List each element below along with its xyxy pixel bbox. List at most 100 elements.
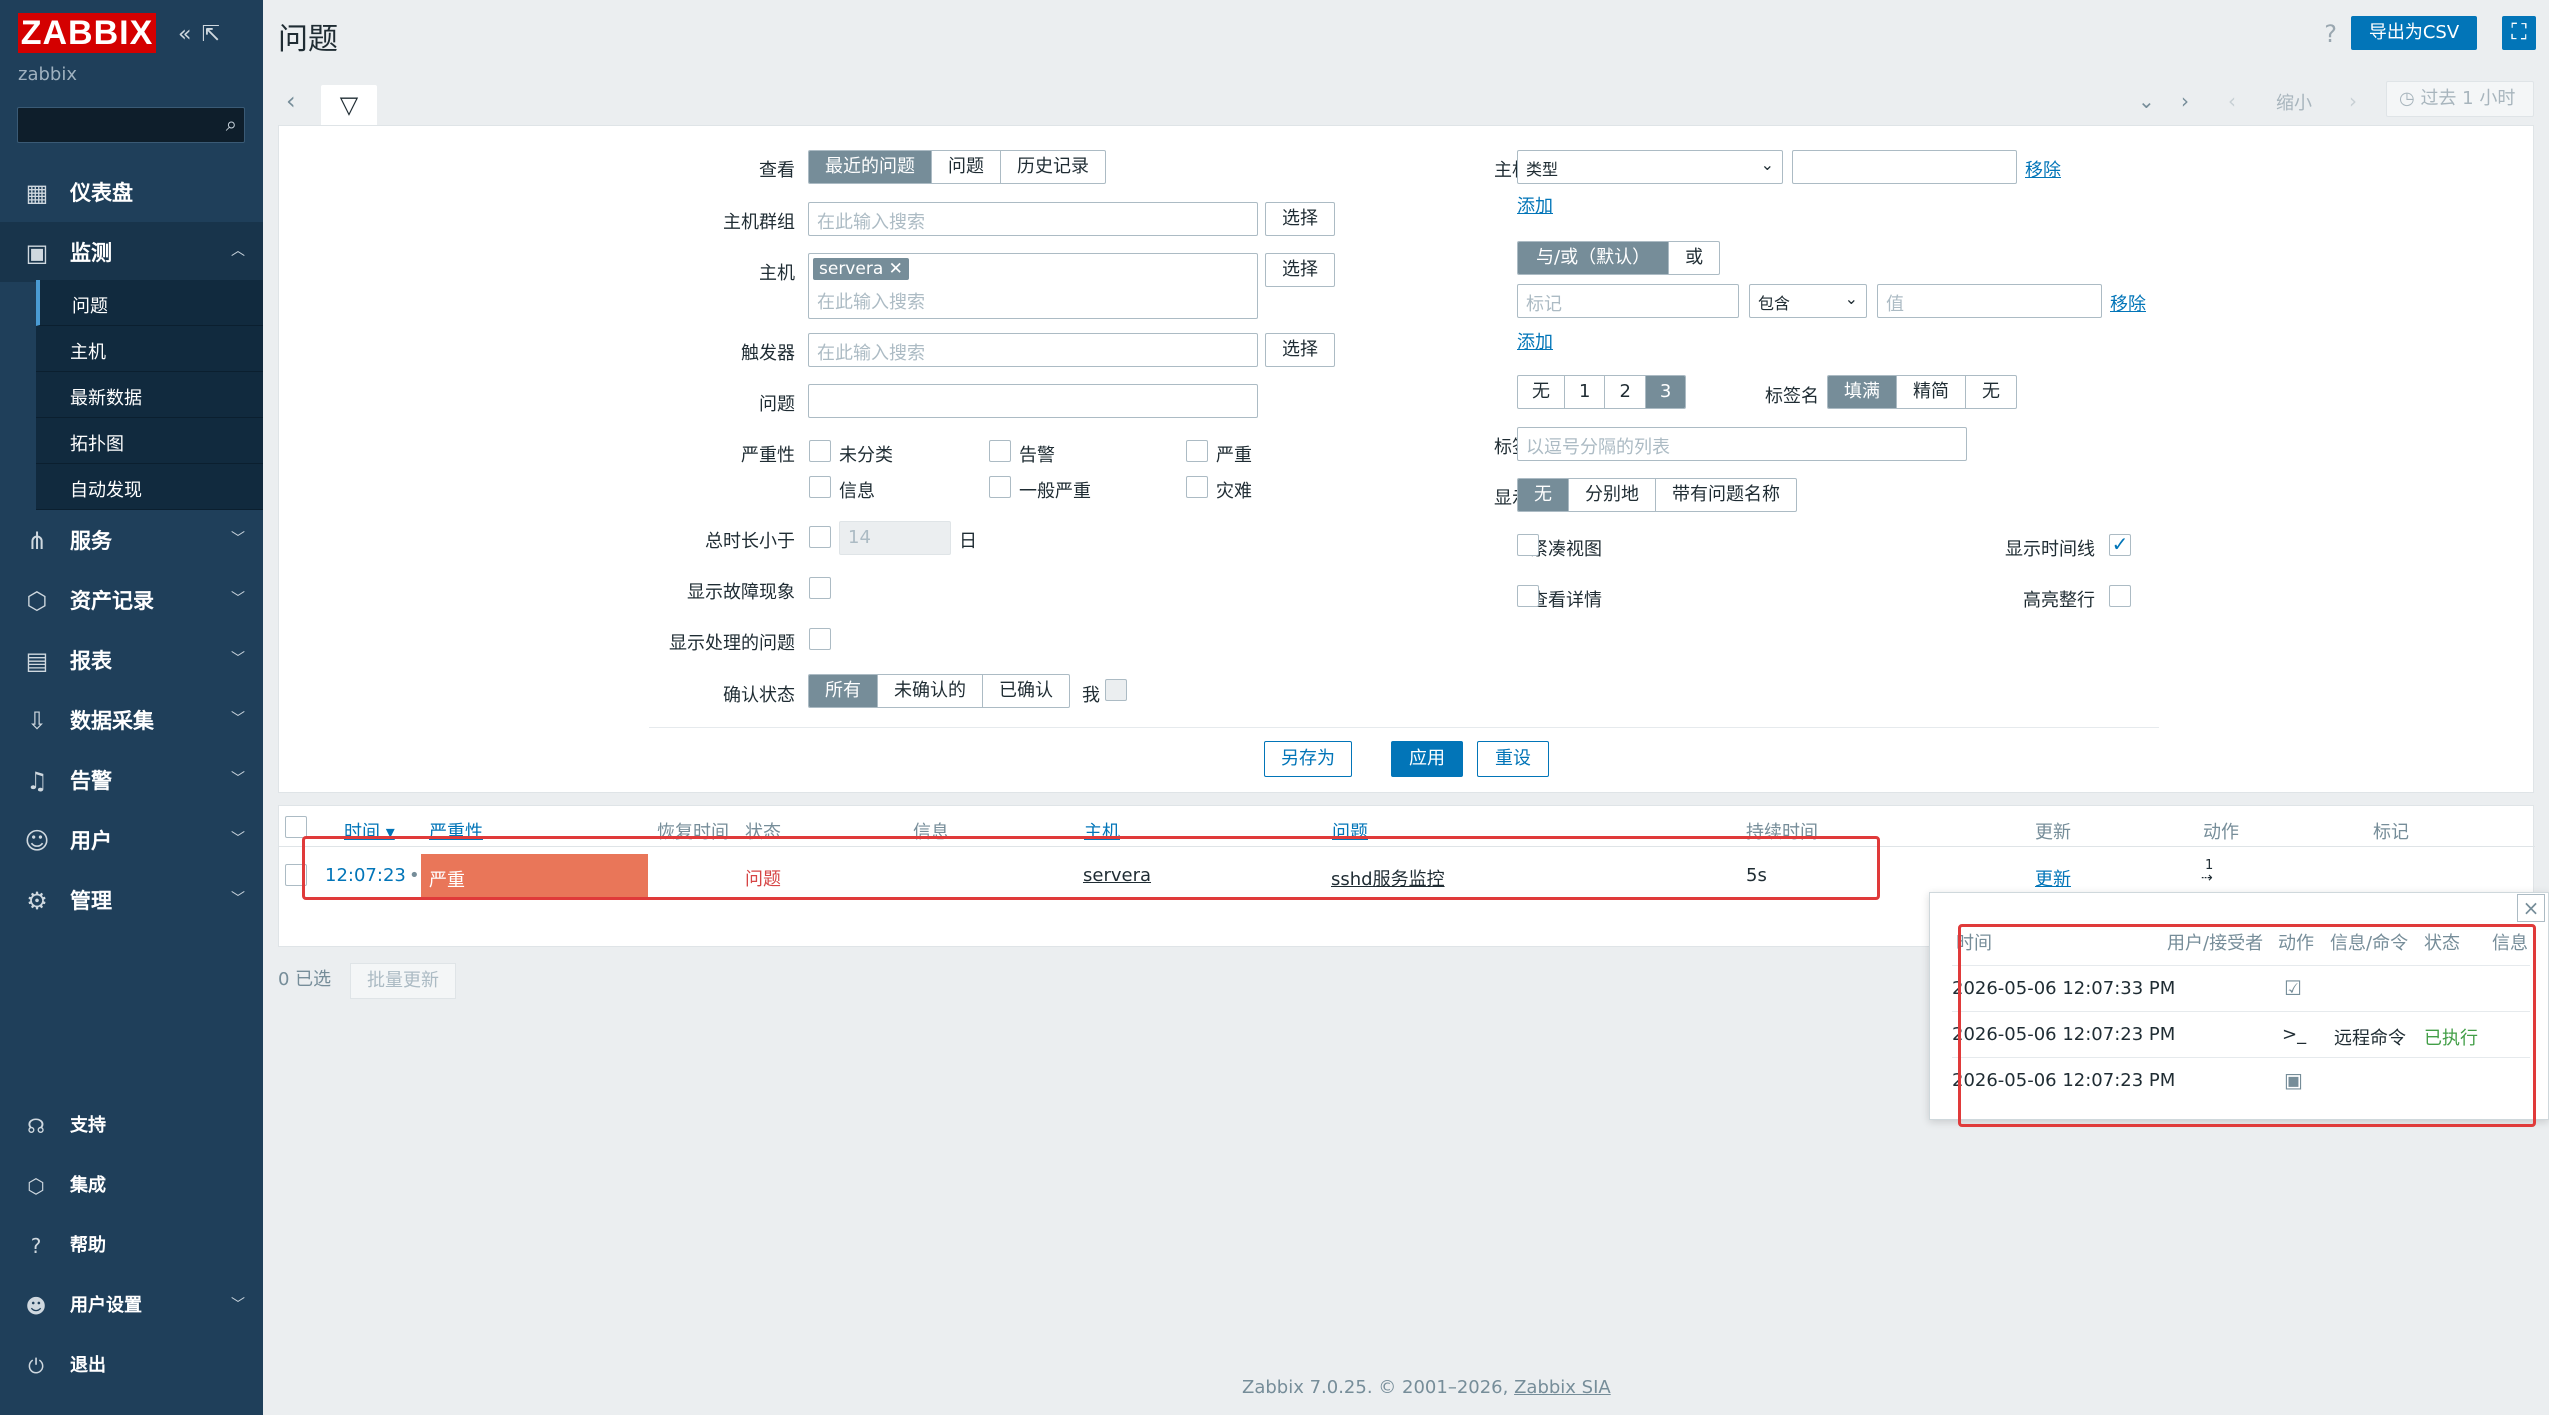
severity-not-classified-checkbox[interactable] xyxy=(809,440,831,462)
popup-close-icon[interactable]: × xyxy=(2517,894,2545,922)
tag-remove-link[interactable]: 移除 xyxy=(2110,290,2146,316)
user-icon: ☻ xyxy=(25,1294,47,1318)
host-tag-servera[interactable]: servera ✕ xyxy=(813,258,909,280)
trigger-select-button[interactable]: 选择 xyxy=(1265,333,1335,367)
severity-disaster-checkbox[interactable] xyxy=(1186,476,1208,498)
reset-button[interactable]: 重设 xyxy=(1477,741,1549,777)
nav-dashboard[interactable]: ▦ 仪表盘 xyxy=(0,162,263,222)
show-tags-2[interactable]: 2 xyxy=(1605,376,1646,408)
ack-by-me-checkbox[interactable] xyxy=(1105,679,1127,701)
sidebar-search-input[interactable]: ⌕ xyxy=(17,107,245,143)
nav-services[interactable]: ⋔ 服务 ﹀ xyxy=(0,510,263,570)
nav-administration[interactable]: ⚙ 管理 ﹀ xyxy=(0,870,263,930)
sub-latest-data[interactable]: 最新数据 xyxy=(36,372,263,418)
host-select-button[interactable]: 选择 xyxy=(1265,253,1335,287)
mass-update-button[interactable]: 批量更新 xyxy=(350,963,456,999)
actions-icon[interactable]: ⇢ xyxy=(2201,870,2213,886)
nav-help[interactable]: ? 帮助 xyxy=(0,1218,263,1274)
tag-operator-select[interactable]: 包含 ⌄ xyxy=(1749,284,1867,318)
severity-information-checkbox[interactable] xyxy=(809,476,831,498)
time-period-selector[interactable]: ◷ 过去 1 小时 xyxy=(2386,81,2534,117)
view-history[interactable]: 历史记录 xyxy=(1001,151,1105,183)
nav-monitoring[interactable]: ▣ 监测 ︿ xyxy=(0,222,263,282)
severity-average-checkbox[interactable] xyxy=(989,476,1011,498)
nav-user-settings[interactable]: ☻ 用户设置 ﹀ xyxy=(0,1278,263,1334)
opdata-with-problem-name[interactable]: 带有问题名称 xyxy=(1656,479,1796,511)
page-title: 问题 xyxy=(278,22,338,57)
show-suppressed-checkbox[interactable] xyxy=(809,628,831,650)
nav-reports[interactable]: ▤ 报表 ﹀ xyxy=(0,630,263,690)
tag-name-short[interactable]: 精简 xyxy=(1897,376,1966,408)
fullscreen-icon[interactable]: ⛶ xyxy=(2502,16,2536,50)
show-tags-none[interactable]: 无 xyxy=(1518,376,1565,408)
trigger-input[interactable]: 在此输入搜索 xyxy=(808,333,1258,367)
compact-view-checkbox[interactable] xyxy=(1517,534,1539,556)
tag-name-full[interactable]: 填满 xyxy=(1828,376,1897,408)
ack-unacknowledged[interactable]: 未确认的 xyxy=(878,675,983,707)
time-next-icon[interactable]: › xyxy=(2349,89,2357,113)
tags-and-or[interactable]: 与/或（默认） xyxy=(1518,242,1670,274)
nav-users[interactable]: ☺ 用户 ﹀ xyxy=(0,810,263,870)
tag-value-input[interactable]: 值 xyxy=(1877,284,2102,318)
tags-or[interactable]: 或 xyxy=(1669,242,1719,274)
kiosk-mode-icon[interactable]: ⇱ xyxy=(201,22,219,47)
opdata-none[interactable]: 无 xyxy=(1518,479,1569,511)
inventory-field-select[interactable]: 类型 ⌄ xyxy=(1517,150,1783,184)
select-all-checkbox[interactable] xyxy=(285,816,307,838)
nav-alerts[interactable]: ♫ 告警 ﹀ xyxy=(0,750,263,810)
filter-tab-bar: ‹ ▽ ⌄ › ‹ 缩小 › ◷ 过去 1 小时 xyxy=(278,81,2534,127)
collapse-sidebar-icon[interactable]: « xyxy=(178,22,191,47)
tag-add-link[interactable]: 添加 xyxy=(1517,328,1553,354)
sub-maps[interactable]: 拓扑图 xyxy=(36,418,263,464)
zabbix-logo[interactable]: ZABBIX xyxy=(18,13,156,53)
inventory-add-link[interactable]: 添加 xyxy=(1517,192,1553,218)
ack-acknowledged[interactable]: 已确认 xyxy=(983,675,1069,707)
age-checkbox[interactable] xyxy=(809,526,831,548)
search-icon[interactable]: ⌕ xyxy=(226,112,237,136)
filter-tab[interactable]: ▽ xyxy=(321,85,377,127)
nav-sign-out[interactable]: ⏻ 退出 xyxy=(0,1338,263,1394)
opdata-separately[interactable]: 分别地 xyxy=(1569,479,1656,511)
severity-warning-checkbox[interactable] xyxy=(989,440,1011,462)
show-symptoms-checkbox[interactable] xyxy=(809,577,831,599)
host-input[interactable]: servera ✕ 在此输入搜索 xyxy=(808,253,1258,319)
apply-button[interactable]: 应用 xyxy=(1391,741,1463,777)
inventory-remove-link[interactable]: 移除 xyxy=(2025,156,2061,182)
problem-input[interactable] xyxy=(808,384,1258,418)
highlight-row-checkbox[interactable] xyxy=(2109,585,2131,607)
copyright: Zabbix 7.0.25. © 2001–2026, Zabbix SIA xyxy=(1242,1377,1611,1398)
age-input[interactable]: 14 xyxy=(839,521,951,555)
chevron-down-icon[interactable]: ⌄ xyxy=(2138,89,2155,113)
data-collection-icon: ⇩ xyxy=(26,707,48,735)
show-details-checkbox[interactable] xyxy=(1517,585,1539,607)
inventory-value-input[interactable] xyxy=(1792,150,2017,184)
nav-integrations[interactable]: ⬡ 集成 xyxy=(0,1158,263,1214)
show-tags-3[interactable]: 3 xyxy=(1645,376,1686,408)
nav-data-collection[interactable]: ⇩ 数据采集 ﹀ xyxy=(0,690,263,750)
tag-name-input[interactable]: 标记 xyxy=(1517,284,1739,318)
hostgroup-select-button[interactable]: 选择 xyxy=(1265,202,1335,236)
row-update-link[interactable]: 更新 xyxy=(2035,865,2071,891)
time-prev-icon[interactable]: ‹ xyxy=(2228,89,2236,113)
export-csv-button[interactable]: 导出为CSV xyxy=(2351,16,2477,50)
ack-all[interactable]: 所有 xyxy=(809,675,878,707)
view-recent-problems[interactable]: 最近的问题 xyxy=(809,151,932,183)
severity-high-checkbox[interactable] xyxy=(1186,440,1208,462)
sub-hosts[interactable]: 主机 xyxy=(36,326,263,372)
sub-problems[interactable]: 问题 xyxy=(36,280,263,326)
chevron-right-icon[interactable]: › xyxy=(2181,89,2189,113)
tag-priority-input[interactable]: 以逗号分隔的列表 xyxy=(1517,427,1967,461)
zoom-out-button[interactable]: 缩小 xyxy=(2276,89,2312,115)
view-problems[interactable]: 问题 xyxy=(932,151,1001,183)
tag-name-none[interactable]: 无 xyxy=(1966,376,2016,408)
hostgroup-input[interactable]: 在此输入搜索 xyxy=(808,202,1258,236)
nav-inventory[interactable]: ⬡ 资产记录 ﹀ xyxy=(0,570,263,630)
nav-support[interactable]: ☊ 支持 xyxy=(0,1098,263,1154)
sub-discovery[interactable]: 自动发现 xyxy=(36,464,263,510)
zabbix-sia-link[interactable]: Zabbix SIA xyxy=(1514,1377,1611,1398)
show-tags-1[interactable]: 1 xyxy=(1565,376,1606,408)
save-as-button[interactable]: 另存为 xyxy=(1264,741,1352,777)
show-timeline-checkbox[interactable]: ✓ xyxy=(2109,534,2131,556)
help-icon[interactable]: ? xyxy=(2324,20,2337,48)
chevron-left-icon[interactable]: ‹ xyxy=(286,87,296,115)
